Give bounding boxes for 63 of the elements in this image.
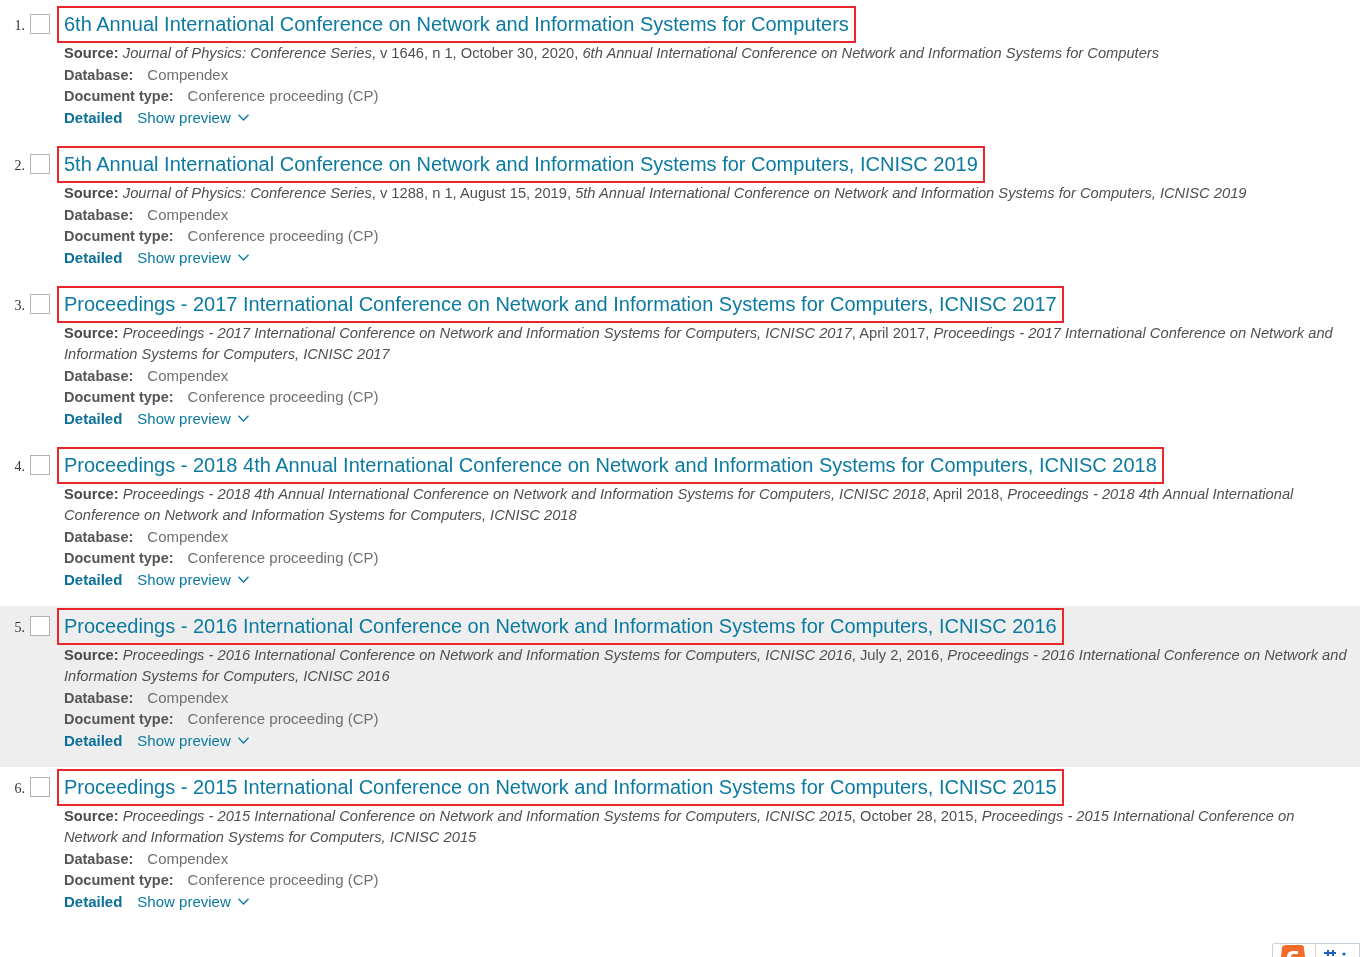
database-value: Compendex	[147, 366, 229, 386]
result-number: 1.	[14, 17, 25, 34]
show-preview-link[interactable]: Show preview	[137, 568, 249, 591]
document-type-value: Conference proceeding (CP)	[187, 226, 379, 246]
select-checkbox[interactable]	[30, 777, 50, 797]
select-checkbox[interactable]	[30, 616, 50, 636]
detailed-link[interactable]: Detailed	[64, 106, 123, 129]
document-type-label: Document type:	[64, 388, 174, 407]
show-preview-link[interactable]: Show preview	[137, 729, 249, 752]
source-text: Source: Journal of Physics: Conference Series, v 1288, n 1, August 15, 2019, 5th Annual International Conference on Network and Information Systems for Computers, ICNISC 2019	[64, 184, 1248, 203]
document-type-value: Conference proceeding (CP)	[187, 709, 379, 729]
document-type-label: Document type:	[64, 227, 174, 246]
select-checkbox[interactable]	[30, 455, 50, 475]
detailed-link[interactable]: Detailed	[64, 890, 123, 913]
show-preview-link[interactable]: Show preview	[137, 106, 249, 129]
document-type-value: Conference proceeding (CP)	[187, 387, 379, 407]
database-label: Database:	[64, 206, 134, 225]
database-value: Compendex	[147, 688, 229, 708]
database-value: Compendex	[147, 527, 229, 547]
database-label: Database:	[64, 367, 134, 386]
database-value: Compendex	[147, 849, 229, 869]
select-checkbox[interactable]	[30, 154, 50, 174]
document-type-label: Document type:	[64, 871, 174, 890]
result-number: 4.	[14, 458, 25, 475]
source-text: Source: Journal of Physics: Conference Series, v 1646, n 1, October 30, 2020, 6th Annual International Conference on Network and Information Systems for Computers	[64, 44, 1161, 63]
database-label: Database:	[64, 528, 134, 547]
source-text: Source: Proceedings - 2018 4th Annual International Conference on Network and Information Systems for Computers, ICNISC 2018, April 2018, Proceedings - 2018 4th Annual International Conference on Network and Information Systems for Computers, ICNISC 2018	[64, 485, 1295, 525]
database-label: Database:	[64, 66, 134, 85]
select-checkbox[interactable]	[30, 294, 50, 314]
result-title-link[interactable]: 6th Annual International Conference on Network and Information Systems for Computers	[64, 8, 849, 41]
result-title-link[interactable]: 5th Annual International Conference on Network and Information Systems for Computers, ICNISC 2019	[64, 148, 978, 181]
result-number: 2.	[14, 157, 25, 174]
document-type-label: Document type:	[64, 710, 174, 729]
database-value: Compendex	[147, 205, 229, 225]
show-preview-link[interactable]: Show preview	[137, 407, 249, 430]
detailed-link[interactable]: Detailed	[64, 729, 123, 752]
logo-icon	[1279, 945, 1305, 957]
document-type-value: Conference proceeding (CP)	[187, 870, 379, 890]
input-method-toolbar[interactable]	[1272, 943, 1360, 957]
result-title-link[interactable]: Proceedings - 2017 International Conference on Network and Information Systems for Computers, ICNISC 2017	[64, 288, 1057, 321]
source-text: Source: Proceedings - 2015 International Conference on Network and Information Systems for Computers, ICNISC 2015, October 28, 2015, Proceedings - 2015 International Conference on Network and Information Systems for Computers, ICNISC 2015	[64, 807, 1296, 847]
document-type-value: Conference proceeding (CP)	[187, 86, 379, 106]
result-number: 5.	[14, 619, 25, 636]
result-title-link[interactable]: Proceedings - 2015 International Conference on Network and Information Systems for Computers, ICNISC 2015	[64, 771, 1057, 804]
database-value: Compendex	[147, 65, 229, 85]
document-type-label: Document type:	[64, 87, 174, 106]
document-type-value: Conference proceeding (CP)	[187, 548, 379, 568]
result-title-link[interactable]: Proceedings - 2018 4th Annual International Conference on Network and Information Systems for Computers, ICNISC 2018	[64, 449, 1157, 482]
source-text: Source: Proceedings - 2016 International Conference on Network and Information Systems for Computers, ICNISC 2016, July 2, 2016, Proceedings - 2016 International Conference on Network and Information Systems for Computers, ICNISC 2016	[64, 646, 1348, 686]
detailed-link[interactable]: Detailed	[64, 407, 123, 430]
show-preview-link[interactable]: Show preview	[137, 890, 249, 913]
database-label: Database:	[64, 850, 134, 869]
result-title-link[interactable]: Proceedings - 2016 International Conference on Network and Information Systems for Computers, ICNISC 2016	[64, 610, 1057, 643]
select-checkbox[interactable]	[30, 14, 50, 34]
result-number: 3.	[14, 297, 25, 314]
detailed-link[interactable]: Detailed	[64, 568, 123, 591]
language-mode-icon	[1324, 950, 1346, 956]
database-label: Database:	[64, 689, 134, 708]
show-preview-link[interactable]: Show preview	[137, 246, 249, 269]
document-type-label: Document type:	[64, 549, 174, 568]
result-number: 6.	[14, 780, 25, 797]
source-text: Source: Proceedings - 2017 International Conference on Network and Information Systems for Computers, ICNISC 2017, April 2017, Proceedings - 2017 International Conference on Network and Information Systems for Computers, ICNISC 2017	[64, 324, 1334, 364]
detailed-link[interactable]: Detailed	[64, 246, 123, 269]
